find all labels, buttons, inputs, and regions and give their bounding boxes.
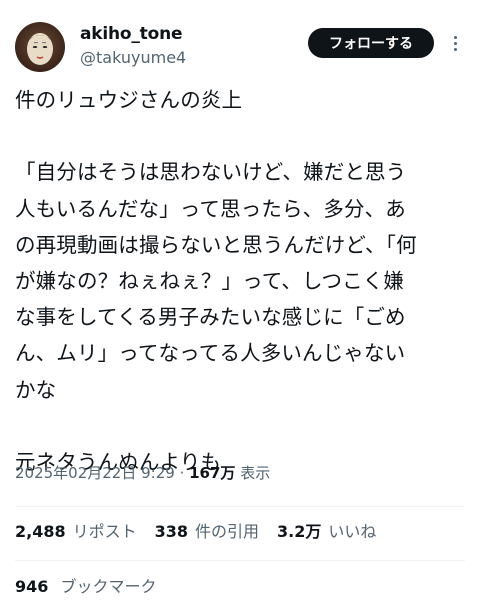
bookmarks-label: ブックマーク: [60, 577, 157, 596]
post-timestamp[interactable]: 2025年02月22日 9:29: [15, 464, 175, 482]
avatar[interactable]: [15, 22, 65, 72]
quotes-label: 件の引用: [195, 522, 260, 541]
noh-mask-avatar: [27, 33, 53, 65]
divider: [15, 560, 465, 561]
more-vertical-icon[interactable]: [447, 28, 463, 58]
reposts-stat[interactable]: 2,488 リポスト: [15, 518, 137, 542]
views-count[interactable]: 167万: [189, 464, 235, 482]
post-meta: 2025年02月22日 9:29 · 167万 表示: [15, 462, 270, 483]
quotes-count: 338: [154, 522, 189, 541]
engagement-stats: 2,488 リポスト 338 件の引用 3.2万 いいね: [15, 518, 376, 542]
likes-stat[interactable]: 3.2万 いいね: [277, 518, 376, 542]
bookmarks-count: 946: [15, 577, 49, 596]
reposts-count: 2,488: [15, 522, 66, 541]
post-header: akiho_tone @takuyume4 フォローする: [0, 0, 480, 90]
meta-separator: ·: [174, 464, 190, 482]
likes-label: いいね: [328, 522, 377, 541]
divider: [15, 506, 465, 507]
post-text: 件のリュウジさんの炎上 「自分はそうは思わないけど、嫌だと思う 人もいるんだな」…: [15, 88, 417, 475]
follow-button[interactable]: フォローする: [308, 28, 434, 58]
author-display-name[interactable]: akiho_tone: [80, 24, 183, 44]
author-handle[interactable]: @takuyume4: [80, 48, 186, 67]
quotes-stat[interactable]: 338 件の引用: [155, 518, 259, 542]
likes-count: 3.2万: [277, 522, 322, 541]
reposts-label: リポスト: [72, 522, 137, 541]
bookmarks-stat[interactable]: 946 ブックマーク: [15, 573, 157, 597]
views-label: 表示: [240, 464, 271, 482]
